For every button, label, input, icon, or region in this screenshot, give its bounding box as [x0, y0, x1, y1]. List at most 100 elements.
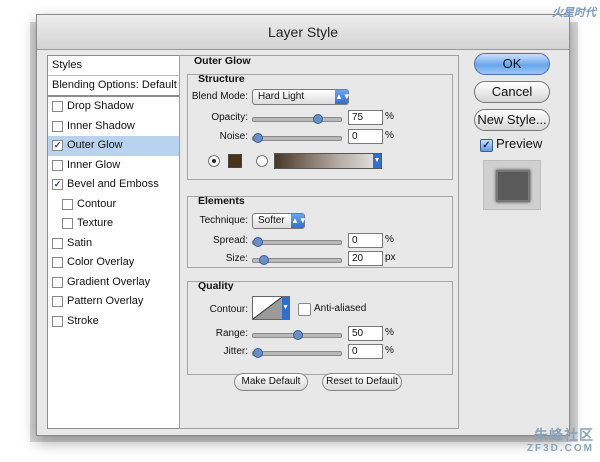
style-item-label: Contour: [77, 197, 117, 210]
preview-checkbox[interactable]: ✓: [480, 139, 493, 152]
watermark-top: 火星时代: [552, 7, 596, 19]
solid-color-radio[interactable]: [208, 155, 220, 167]
noise-slider[interactable]: [252, 133, 342, 143]
style-item-label: Pattern Overlay: [67, 295, 144, 307]
style-checkbox[interactable]: [52, 101, 63, 113]
style-item-label: Color Overlay: [67, 256, 135, 268]
gradient-radio[interactable]: [256, 155, 268, 167]
noise-slider-thumb[interactable]: [253, 133, 263, 143]
make-default-button[interactable]: Make Default: [234, 373, 308, 391]
select-arrows-icon: ▲▼: [291, 214, 307, 228]
spread-label: Spread:: [212, 235, 248, 246]
structure-group: Structure Blend Mode: Hard Light ▲▼ Opac…: [187, 73, 453, 180]
styles-list: Styles Blending Options: Default Drop Sh…: [47, 55, 199, 429]
opacity-unit: %: [385, 111, 394, 122]
range-slider-thumb[interactable]: [293, 330, 303, 340]
jitter-unit: %: [385, 345, 394, 356]
size-slider-thumb[interactable]: [259, 255, 270, 265]
outer-glow-title: Outer Glow: [194, 55, 251, 67]
anti-aliased-checkbox[interactable]: [298, 303, 311, 316]
jitter-slider[interactable]: [252, 348, 342, 358]
style-item-inner-shadow[interactable]: Inner Shadow: [48, 117, 198, 137]
style-item-label: Bevel and Emboss: [67, 178, 159, 190]
style-checkbox[interactable]: [52, 296, 63, 308]
style-item-bevel-and-emboss[interactable]: ✓ Bevel and Emboss: [48, 175, 198, 195]
select-arrows-icon: ▲▼: [335, 90, 351, 104]
style-item-label: Drop Shadow: [67, 100, 134, 112]
jitter-slider-thumb[interactable]: [253, 348, 263, 358]
noise-label: Noise:: [219, 131, 248, 142]
jitter-input[interactable]: 0: [348, 344, 383, 359]
spread-slider-thumb[interactable]: [253, 237, 263, 247]
glow-color-swatch[interactable]: [228, 154, 242, 168]
opacity-slider[interactable]: [252, 114, 342, 124]
contour-label: Contour:: [209, 304, 248, 315]
size-unit: px: [385, 252, 396, 263]
watermark-bottom-text: 朱峰社区: [534, 427, 594, 443]
noise-input[interactable]: 0: [348, 129, 383, 144]
spread-input[interactable]: 0: [348, 233, 383, 248]
spread-slider[interactable]: [252, 237, 342, 247]
style-checkbox[interactable]: [52, 159, 63, 171]
style-item-pattern-overlay[interactable]: Pattern Overlay: [48, 292, 198, 312]
style-item-gradient-overlay[interactable]: Gradient Overlay: [48, 273, 198, 293]
contour-dropdown-icon: ▼: [282, 297, 289, 319]
style-item-inner-glow[interactable]: Inner Glow: [48, 156, 198, 176]
technique-select[interactable]: Softer ▲▼: [252, 213, 307, 229]
preview-thumbnail: [496, 170, 530, 202]
range-unit: %: [385, 327, 394, 338]
layer-style-dialog: Layer Style Styles Blending Options: Def…: [36, 14, 570, 436]
style-checkbox[interactable]: [52, 315, 63, 327]
outer-glow-panel: Outer Glow Structure Blend Mode: Hard Li…: [179, 55, 459, 429]
glow-gradient-picker[interactable]: ▼: [274, 153, 382, 169]
style-preview: [483, 160, 541, 210]
contour-curve-icon: [253, 297, 283, 319]
dialog-title: Layer Style: [37, 15, 569, 50]
style-checkbox[interactable]: ✓: [52, 179, 63, 191]
elements-title: Elements: [198, 195, 245, 207]
opacity-slider-thumb[interactable]: [313, 114, 323, 124]
opacity-label: Opacity:: [211, 112, 248, 123]
style-checkbox[interactable]: [52, 276, 63, 288]
range-slider[interactable]: [252, 330, 342, 340]
size-label: Size:: [225, 253, 248, 264]
reset-to-default-button[interactable]: Reset to Default: [322, 373, 402, 391]
styles-header[interactable]: Styles: [48, 56, 198, 76]
style-item-contour[interactable]: Contour: [48, 195, 198, 215]
contour-picker[interactable]: ▼: [252, 296, 290, 320]
style-item-label: Inner Glow: [67, 158, 121, 171]
jitter-label: Jitter:: [223, 346, 248, 357]
style-item-texture[interactable]: Texture: [48, 214, 198, 234]
ok-button[interactable]: OK: [474, 53, 550, 75]
new-style-button[interactable]: New Style...: [474, 109, 550, 131]
style-checkbox[interactable]: ✓: [52, 140, 63, 152]
style-checkbox[interactable]: [52, 237, 63, 249]
quality-group: Quality Contour: ▼ Anti-aliased Range: 5…: [187, 280, 453, 375]
preview-label: Preview: [496, 136, 543, 151]
style-item-color-overlay[interactable]: Color Overlay: [48, 253, 198, 273]
style-item-drop-shadow[interactable]: Drop Shadow: [48, 97, 198, 117]
blending-options-item[interactable]: Blending Options: Default: [48, 76, 198, 97]
style-checkbox[interactable]: [52, 120, 63, 132]
blend-mode-select[interactable]: Hard Light ▲▼: [252, 89, 351, 105]
style-item-stroke[interactable]: Stroke: [48, 312, 198, 332]
style-item-label: Texture: [77, 217, 114, 229]
quality-title: Quality: [198, 280, 234, 292]
style-item-label: Inner Shadow: [67, 119, 135, 132]
style-checkbox[interactable]: [62, 218, 73, 230]
style-checkbox[interactable]: [62, 198, 73, 210]
style-item-label: Stroke: [67, 314, 99, 327]
size-input[interactable]: 20: [348, 251, 383, 266]
style-item-outer-glow[interactable]: ✓ Outer Glow: [48, 136, 198, 156]
watermark-bottom-sub: ZF3D.COM: [526, 443, 594, 454]
style-item-label: Outer Glow: [67, 139, 123, 151]
cancel-button[interactable]: Cancel: [474, 81, 550, 103]
style-checkbox[interactable]: [52, 257, 63, 269]
size-slider[interactable]: [252, 255, 342, 265]
style-item-label: Satin: [67, 236, 93, 249]
blend-mode-value: Hard Light: [258, 91, 305, 102]
range-input[interactable]: 50: [348, 326, 383, 341]
opacity-input[interactable]: 75: [348, 110, 383, 125]
gradient-dropdown-icon: ▼: [373, 154, 381, 168]
style-item-satin[interactable]: Satin: [48, 234, 198, 254]
